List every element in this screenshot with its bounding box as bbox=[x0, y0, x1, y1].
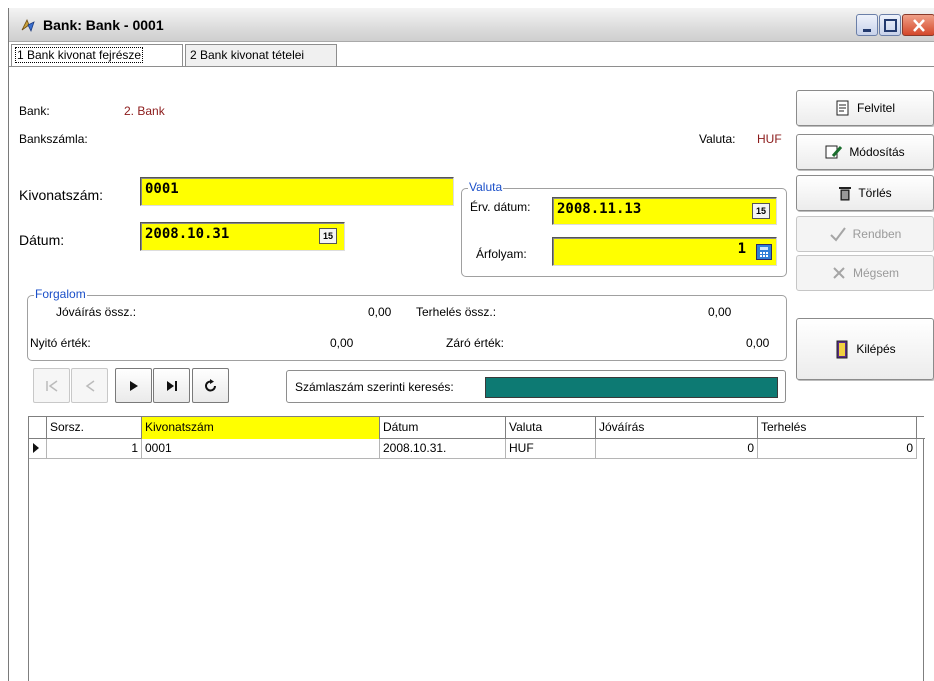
table-header: Sorsz. Kivonatszám Dátum Valuta Jóváírás… bbox=[29, 417, 925, 439]
tab-divider bbox=[9, 66, 934, 67]
jovairas-value: 0,00 bbox=[368, 305, 392, 319]
minimize-button[interactable] bbox=[856, 14, 878, 36]
search-input[interactable] bbox=[485, 377, 778, 398]
first-record-button[interactable] bbox=[33, 368, 70, 403]
zaro-label: Záró érték: bbox=[446, 336, 505, 350]
nyito-value: 0,00 bbox=[330, 336, 354, 350]
kilepes-button[interactable]: Kilépés bbox=[796, 318, 934, 380]
megsem-label: Mégsem bbox=[852, 266, 899, 280]
felvitel-button[interactable]: Felvitel bbox=[796, 90, 934, 126]
jovairas-label: Jóváírás össz.: bbox=[56, 305, 137, 319]
forgalom-group: Forgalom Jóváírás össz.: 0,00 Terhelés ö… bbox=[27, 287, 787, 361]
row-pointer bbox=[29, 439, 47, 459]
megsem-button[interactable]: Mégsem bbox=[796, 255, 934, 291]
datum-field[interactable]: 2008.10.31 bbox=[140, 222, 345, 251]
bank-label: Bank: bbox=[19, 104, 50, 118]
torles-button[interactable]: Törlés bbox=[796, 175, 934, 211]
terheles-value: 0,00 bbox=[708, 305, 732, 319]
tab-bank-kivonat-fejresze[interactable]: 1 Bank kivonat fejrésze bbox=[11, 44, 183, 67]
maximize-icon bbox=[884, 19, 897, 32]
arfolyam-value: 1 bbox=[737, 241, 746, 257]
calculator-icon[interactable] bbox=[756, 244, 772, 260]
exit-door-icon bbox=[836, 340, 848, 359]
cell-terheles[interactable]: 0 bbox=[758, 439, 917, 459]
modositas-button[interactable]: Módosítás bbox=[796, 134, 934, 170]
close-icon bbox=[913, 19, 925, 32]
check-icon bbox=[829, 227, 846, 242]
search-panel: Számlaszám szerinti keresés: bbox=[286, 370, 786, 403]
last-record-button[interactable] bbox=[153, 368, 190, 403]
title-bar[interactable]: Bank: Bank - 0001 bbox=[9, 8, 934, 42]
rendben-label: Rendben bbox=[852, 227, 902, 241]
tab-label: 1 Bank kivonat fejrésze bbox=[14, 47, 144, 63]
zaro-value: 0,00 bbox=[746, 336, 770, 350]
tab-bank-kivonat-tetelei[interactable]: 2 Bank kivonat tételei bbox=[185, 44, 337, 66]
next-record-icon bbox=[129, 380, 138, 391]
valuta-group: Valuta Érv. dátum: 2008.11.13 15 Árfolya… bbox=[461, 180, 787, 277]
erv-datum-label: Érv. dátum: bbox=[470, 200, 531, 214]
forgalom-group-title: Forgalom bbox=[34, 287, 87, 301]
column-header-jovairas[interactable]: Jóváírás bbox=[596, 417, 758, 439]
trash-icon bbox=[839, 187, 852, 201]
column-header-kivonatszam[interactable]: Kivonatszám bbox=[142, 417, 380, 439]
cell-kivonatszam[interactable]: 0001 bbox=[142, 439, 380, 459]
torles-label: Törlés bbox=[858, 186, 892, 200]
cell-datum[interactable]: 2008.10.31. bbox=[380, 439, 506, 459]
modositas-label: Módosítás bbox=[849, 145, 905, 159]
bank-window: Bank: Bank - 0001 1 Bank kivonat fejrész… bbox=[8, 8, 934, 681]
last-record-icon bbox=[166, 380, 177, 391]
bank-value: 2. Bank bbox=[124, 104, 165, 118]
row-indicator-header bbox=[29, 417, 47, 439]
cancel-x-icon bbox=[833, 267, 845, 279]
datum-label: Dátum: bbox=[19, 232, 65, 248]
window-title: Bank: Bank - 0001 bbox=[43, 17, 164, 33]
column-header-sorsz[interactable]: Sorsz. bbox=[47, 417, 142, 439]
search-label: Számlaszám szerinti keresés: bbox=[295, 380, 454, 394]
arfolyam-label: Árfolyam: bbox=[476, 247, 527, 261]
column-header-valuta[interactable]: Valuta bbox=[506, 417, 596, 439]
arfolyam-field[interactable]: 1 bbox=[552, 237, 777, 266]
kilepes-label: Kilépés bbox=[856, 342, 896, 356]
prev-record-icon bbox=[85, 379, 94, 392]
maximize-button[interactable] bbox=[879, 14, 901, 36]
calendar-icon[interactable]: 15 bbox=[752, 203, 770, 219]
cell-sorsz[interactable]: 1 bbox=[47, 439, 142, 459]
close-button[interactable] bbox=[902, 14, 934, 36]
cell-jovairas[interactable]: 0 bbox=[596, 439, 758, 459]
datum-value: 2008.10.31 bbox=[145, 226, 230, 242]
edit-icon bbox=[825, 145, 843, 159]
column-header-datum[interactable]: Dátum bbox=[380, 417, 506, 439]
refresh-icon bbox=[204, 378, 216, 391]
currency-label: Valuta: bbox=[699, 132, 736, 146]
felvitel-label: Felvitel bbox=[856, 101, 895, 115]
row-pointer-icon bbox=[33, 443, 39, 453]
statements-table[interactable]: Sorsz. Kivonatszám Dátum Valuta Jóváírás… bbox=[28, 416, 925, 681]
rendben-button[interactable]: Rendben bbox=[796, 216, 934, 252]
currency-value: HUF bbox=[757, 132, 782, 146]
refresh-button[interactable] bbox=[192, 368, 229, 403]
terheles-label: Terhelés össz.: bbox=[416, 305, 497, 319]
calendar-icon[interactable]: 15 bbox=[319, 228, 337, 244]
kivonatszam-label: Kivonatszám: bbox=[19, 187, 104, 203]
bankszamla-label: Bankszámla: bbox=[19, 132, 88, 146]
nyito-label: Nyitó érték: bbox=[30, 336, 91, 350]
erv-datum-value: 2008.11.13 bbox=[557, 201, 642, 217]
erv-datum-field[interactable]: 2008.11.13 bbox=[552, 197, 777, 225]
table-row[interactable]: 1 0001 2008.10.31. HUF 0 0 bbox=[29, 439, 925, 459]
tab-label: 2 Bank kivonat tételei bbox=[190, 48, 305, 62]
cell-valuta[interactable]: HUF bbox=[506, 439, 596, 459]
next-record-button[interactable] bbox=[115, 368, 152, 403]
minimize-icon bbox=[863, 29, 871, 32]
column-header-terheles[interactable]: Terhelés bbox=[758, 417, 917, 439]
bank-app-icon bbox=[21, 19, 35, 33]
first-record-icon bbox=[45, 379, 57, 392]
kivonatszam-field[interactable]: 0001 bbox=[140, 177, 454, 206]
new-record-icon bbox=[836, 100, 849, 116]
valuta-group-title: Valuta bbox=[468, 180, 504, 194]
prev-record-button[interactable] bbox=[71, 368, 108, 403]
